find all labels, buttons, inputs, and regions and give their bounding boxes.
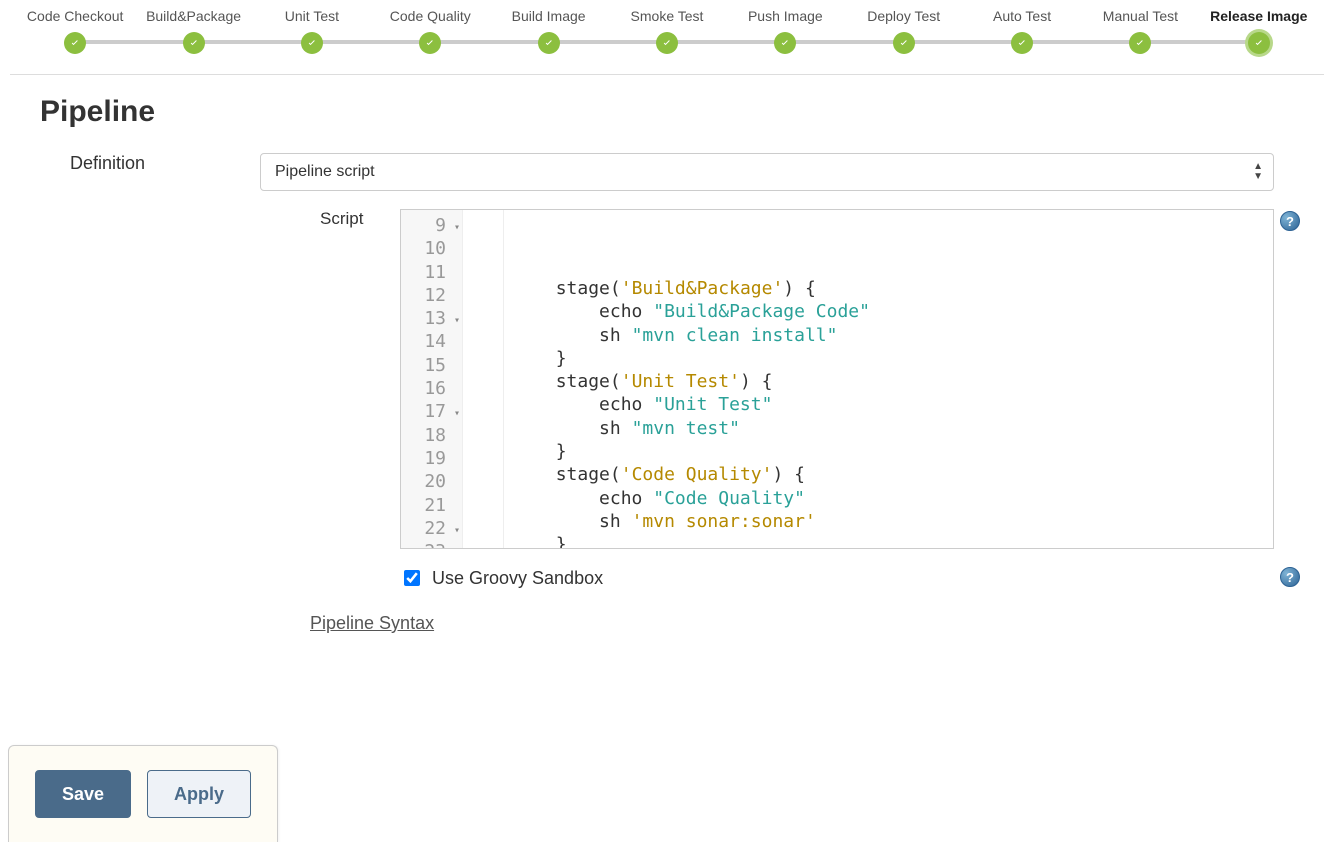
editor-code[interactable]: stage('Build&Package') { echo "Build&Pac… — [463, 210, 1273, 548]
check-icon — [64, 32, 86, 54]
stage-label: Code Checkout — [27, 8, 124, 24]
stage-item[interactable]: Code Quality — [371, 8, 489, 54]
stage-label: Push Image — [748, 8, 823, 24]
pipeline-syntax-link[interactable]: Pipeline Syntax — [310, 613, 434, 634]
stage-label: Build&Package — [146, 8, 241, 24]
pipeline-section: Pipeline Definition Pipeline script ▲▼ S… — [0, 75, 1334, 644]
stage-item[interactable]: Build Image — [489, 8, 607, 54]
stage-item[interactable]: Auto Test — [963, 8, 1081, 54]
action-buttons: Save Apply — [8, 745, 278, 842]
stage-label: Smoke Test — [631, 8, 704, 24]
stage-label: Manual Test — [1103, 8, 1178, 24]
check-icon — [893, 32, 915, 54]
sandbox-row: Use Groovy Sandbox ? — [400, 567, 1304, 589]
chevron-updown-icon: ▲▼ — [1253, 162, 1263, 182]
stage-item[interactable]: Smoke Test — [608, 8, 726, 54]
stage-label: Release Image — [1210, 8, 1307, 24]
check-icon — [419, 32, 441, 54]
stage-item[interactable]: Release Image — [1200, 8, 1318, 54]
stage-item[interactable]: Build&Package — [134, 8, 252, 54]
check-icon — [1129, 32, 1151, 54]
section-title: Pipeline — [40, 95, 1304, 129]
script-row: Script ? 91011121314151617181920212223 s… — [30, 209, 1304, 549]
script-editor[interactable]: 91011121314151617181920212223 stage('Bui… — [400, 209, 1274, 549]
check-icon — [1011, 32, 1033, 54]
editor-gutter: 91011121314151617181920212223 — [401, 210, 463, 548]
check-icon — [183, 32, 205, 54]
stage-label: Build Image — [512, 8, 586, 24]
stage-item[interactable]: Push Image — [726, 8, 844, 54]
script-label: Script — [30, 209, 400, 549]
stage-item[interactable]: Unit Test — [253, 8, 371, 54]
save-button[interactable]: Save — [35, 770, 131, 818]
stage-item[interactable]: Manual Test — [1081, 8, 1199, 54]
definition-label: Definition — [30, 153, 260, 191]
help-icon[interactable]: ? — [1280, 567, 1300, 587]
definition-row: Definition Pipeline script ▲▼ — [30, 153, 1304, 191]
check-icon — [301, 32, 323, 54]
pipeline-stages: Code Checkout Build&Package Unit Test Code … — [0, 0, 1334, 74]
sandbox-checkbox[interactable] — [404, 570, 420, 586]
apply-button[interactable]: Apply — [147, 770, 251, 818]
stage-label: Deploy Test — [867, 8, 940, 24]
check-icon — [1248, 32, 1270, 54]
check-icon — [656, 32, 678, 54]
check-icon — [538, 32, 560, 54]
check-icon — [774, 32, 796, 54]
stage-item[interactable]: Deploy Test — [845, 8, 963, 54]
definition-value: Pipeline script — [275, 163, 375, 181]
stage-item[interactable]: Code Checkout — [16, 8, 134, 54]
stage-label: Auto Test — [993, 8, 1051, 24]
sandbox-label: Use Groovy Sandbox — [432, 568, 603, 589]
stage-label: Unit Test — [285, 8, 339, 24]
help-icon[interactable]: ? — [1280, 211, 1300, 231]
definition-select[interactable]: Pipeline script ▲▼ — [260, 153, 1274, 191]
stage-label: Code Quality — [390, 8, 471, 24]
